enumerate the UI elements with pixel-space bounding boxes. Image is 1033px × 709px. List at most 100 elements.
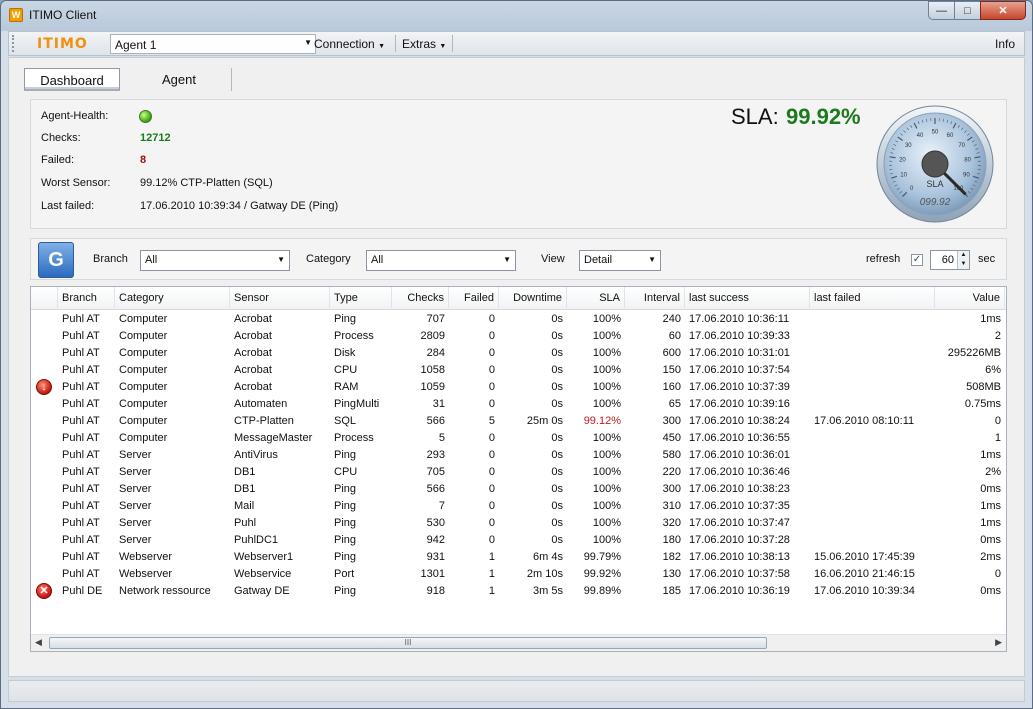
cell-interval: 450 [662,432,681,444]
menu-extras[interactable]: Extras ▼ [402,37,446,51]
cell-type: Disk [334,347,356,359]
column-header[interactable]: Branch [58,287,115,310]
table-row[interactable]: ↓ Puhl AT Computer Acrobat RAM 1059 0 0s 100% 160… [31,379,1006,396]
cell-failed: 0 [488,483,495,495]
cell-sla: 100% [592,398,621,410]
cell-downtime: 0s [551,347,563,359]
scroll-right-icon[interactable]: ▶ [995,637,1002,648]
table-row[interactable]: Puhl AT Computer Acrobat Ping 707 0 0s 100% 240 1… [31,311,1006,328]
column-header[interactable]: Type [330,287,392,310]
table-row[interactable]: Puhl AT Server Mail Ping 7 0 0s 100% 310 17.06.20… [31,498,1006,515]
maximize-button[interactable]: □ [954,1,981,20]
table-row[interactable]: Puhl AT Server DB1 CPU 705 0 0s 100% 220 17.06.20… [31,464,1006,481]
cell-branch: Puhl AT [62,432,100,444]
agent-select[interactable]: Agent 1 ▼ [110,34,316,54]
cell-checks: 530 [426,517,445,529]
status-cell [31,311,58,328]
table-row[interactable]: Puhl AT Server PuhlDC1 Ping 942 0 0s 100% 180 17.… [31,532,1006,549]
close-button[interactable]: ✕ [980,1,1026,20]
dropdown-arrow-icon: ▼ [277,255,285,264]
table-row[interactable]: Puhl AT Computer Acrobat CPU 1058 0 0s 100% 150 1… [31,362,1006,379]
agent-health-label: Agent-Health: [41,110,109,122]
minimize-button[interactable]: — [928,1,955,20]
scroll-left-icon[interactable]: ◀ [35,637,42,648]
cell-checks: 942 [426,534,445,546]
cell-checks: 7 [438,500,445,512]
table-row[interactable]: Puhl AT Computer CTP-Platten SQL 566 5 25m 0s 9… [31,413,1006,430]
cell-last-success: 17.06.2010 10:37:58 [689,568,790,580]
column-header[interactable]: Value [935,287,1005,310]
branch-select[interactable]: All ▼ [140,250,290,271]
cell-branch: Puhl AT [62,313,100,325]
cell-branch: Puhl AT [62,551,100,563]
cell-checks: 31 [432,398,445,410]
status-cell [31,498,58,515]
column-header[interactable]: Downtime [499,287,567,310]
refresh-checkbox[interactable]: ✓ [911,254,923,266]
column-header[interactable]: last success [685,287,810,310]
toolbar-grip-icon[interactable] [12,35,15,52]
tab-dashboard[interactable]: Dashboard [24,68,120,91]
column-header[interactable]: SLA [567,287,625,310]
cell-interval: 300 [662,483,681,495]
status-cell [31,566,58,583]
dropdown-arrow-icon: ▼ [304,38,312,47]
table-row[interactable]: Puhl AT Webserver Webservice Port 1301 1 2m 10… [31,566,1006,583]
column-header[interactable]: Sensor [230,287,330,310]
cell-last-success: 17.06.2010 10:38:24 [689,415,790,427]
cell-interval: 180 [662,534,681,546]
refresh-interval-stepper[interactable]: 60 ▲ ▼ [930,250,970,270]
menu-info[interactable]: Info [995,37,1015,51]
cell-interval: 310 [662,500,681,512]
table-row[interactable]: Puhl AT Server Puhl Ping 530 0 0s 100% 320 17.06.… [31,515,1006,532]
cell-sensor: DB1 [234,466,256,478]
category-select[interactable]: All ▼ [366,250,516,271]
cell-type: Process [334,330,374,342]
error-icon: ✕ [36,583,52,599]
view-select[interactable]: Detail ▼ [579,250,661,271]
title-bar[interactable]: W ITIMO Client — □ ✕ [1,1,1032,29]
cell-downtime: 0s [551,500,563,512]
table-row[interactable]: ✕ Puhl DE Network ressource Gatway DE Ping 91… [31,583,1006,600]
gauge-tick-label: 20 [899,157,906,163]
gauge-tick-label: 30 [905,143,912,149]
table-row[interactable]: Puhl AT Computer MessageMaster Process 5 0 0s 1… [31,430,1006,447]
column-header[interactable]: last failed [810,287,935,310]
cell-category: Server [119,449,152,461]
cell-branch: Puhl AT [62,381,100,393]
scrollbar-grip: III [404,638,412,647]
table-row[interactable]: Puhl AT Server DB1 Ping 566 0 0s 100% 300 17.06.2… [31,481,1006,498]
table-row[interactable]: Puhl AT Computer Acrobat Process 2809 0 0s 100%… [31,328,1006,345]
stepper-buttons[interactable]: ▲ ▼ [957,251,969,269]
itimo-app-icon[interactable]: W [9,8,23,22]
table-row[interactable]: Puhl AT Computer Acrobat Disk 284 0 0s 100% 600 1… [31,345,1006,362]
chevron-up-icon[interactable]: ▲ [958,251,969,260]
refresh-button[interactable]: G [38,242,74,278]
cell-value: 6% [985,364,1001,376]
table-row[interactable]: Puhl AT Webserver Webserver1 Ping 931 1 6m 4s 9… [31,549,1006,566]
table-row[interactable]: Puhl AT Server AntiVirus Ping 293 0 0s 100% 580 1… [31,447,1006,464]
cell-last-success: 17.06.2010 10:36:19 [689,585,790,597]
cell-downtime: 0s [551,483,563,495]
cell-last-failed: 17.06.2010 10:39:34 [814,585,915,597]
column-header[interactable]: Category [115,287,230,310]
status-cell [31,362,58,379]
chevron-down-icon[interactable]: ▼ [958,260,969,269]
sensor-table: Branch Category Sensor Type Checks Failed Down… [30,286,1007,652]
table-row[interactable]: Puhl AT Computer Automaten PingMulti 31 0 0s 10… [31,396,1006,413]
main-content: Dashboard Agent Agent-Health: Checks: 12… [8,57,1025,677]
tab-agent[interactable]: Agent [127,68,232,91]
column-header[interactable]: Interval [625,287,685,310]
cell-last-success: 17.06.2010 10:36:55 [689,432,790,444]
cell-downtime: 0s [551,534,563,546]
menu-connection[interactable]: Connection ▼ [314,37,385,51]
status-cell [31,396,58,413]
column-header[interactable]: Failed [449,287,499,310]
column-header[interactable]: Checks [392,287,449,310]
cell-last-success: 17.06.2010 10:38:23 [689,483,790,495]
cell-failed: 0 [488,330,495,342]
cell-interval: 220 [662,466,681,478]
scrollbar-thumb[interactable]: III [49,637,767,649]
column-header[interactable] [31,287,58,310]
horizontal-scrollbar[interactable]: ◀ III ▶ [31,634,1006,651]
